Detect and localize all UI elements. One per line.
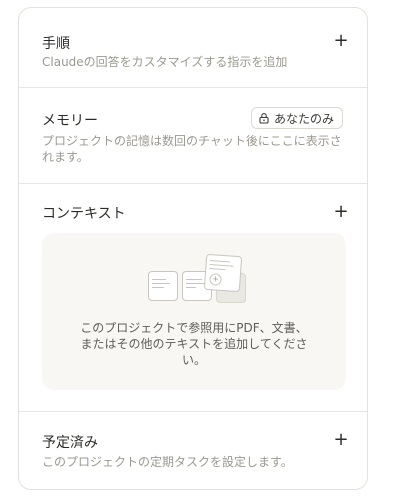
instructions-description: Claudeの回答をカスタマイズする指示を追加: [42, 55, 288, 69]
add-scheduled-task-button[interactable]: +: [332, 431, 350, 449]
context-empty-line2: またはその他のテキストを追加してくださ: [80, 337, 308, 351]
scheduled-title: 予定済み: [42, 435, 98, 451]
add-instructions-button[interactable]: +: [332, 32, 350, 50]
context-empty-line1: このプロジェクトで参照用にPDF、文書、: [80, 321, 308, 335]
lock-icon: [259, 113, 269, 124]
document-card: [148, 271, 178, 301]
divider: [19, 411, 367, 412]
scheduled-description: このプロジェクトの定期タスクを設定します。: [42, 455, 293, 469]
divider: [19, 183, 367, 184]
plus-icon: +: [333, 30, 349, 51]
context-title: コンテキスト: [42, 206, 126, 222]
memory-description-line2: れます。: [42, 150, 89, 164]
project-side-panel: 手順 + Claudeの回答をカスタマイズする指示を追加 メモリー あなたのみ …: [18, 7, 368, 490]
memory-visibility-badge[interactable]: あなたのみ: [251, 107, 344, 129]
divider: [19, 87, 367, 88]
memory-description-line1: プロジェクトの記憶は数回のチャット後にここに表示さ: [42, 134, 342, 148]
plus-circle-icon: +: [209, 273, 222, 286]
document-card-front: +: [203, 253, 243, 293]
plus-icon: +: [333, 429, 349, 450]
context-dropzone[interactable]: + このプロジェクトで参照用にPDF、文書、 またはその他のテキストを追加してく…: [42, 233, 346, 390]
add-context-button[interactable]: +: [332, 203, 350, 221]
memory-badge-label: あなたのみ: [274, 111, 335, 126]
instructions-title: 手順: [42, 36, 70, 52]
plus-icon: +: [333, 201, 349, 222]
memory-title: メモリー: [42, 113, 98, 129]
context-empty-line3: い。: [181, 353, 206, 367]
context-empty-text: このプロジェクトで参照用にPDF、文書、 またはその他のテキストを追加してくださ…: [42, 320, 346, 368]
documents-illustration: +: [148, 253, 252, 309]
